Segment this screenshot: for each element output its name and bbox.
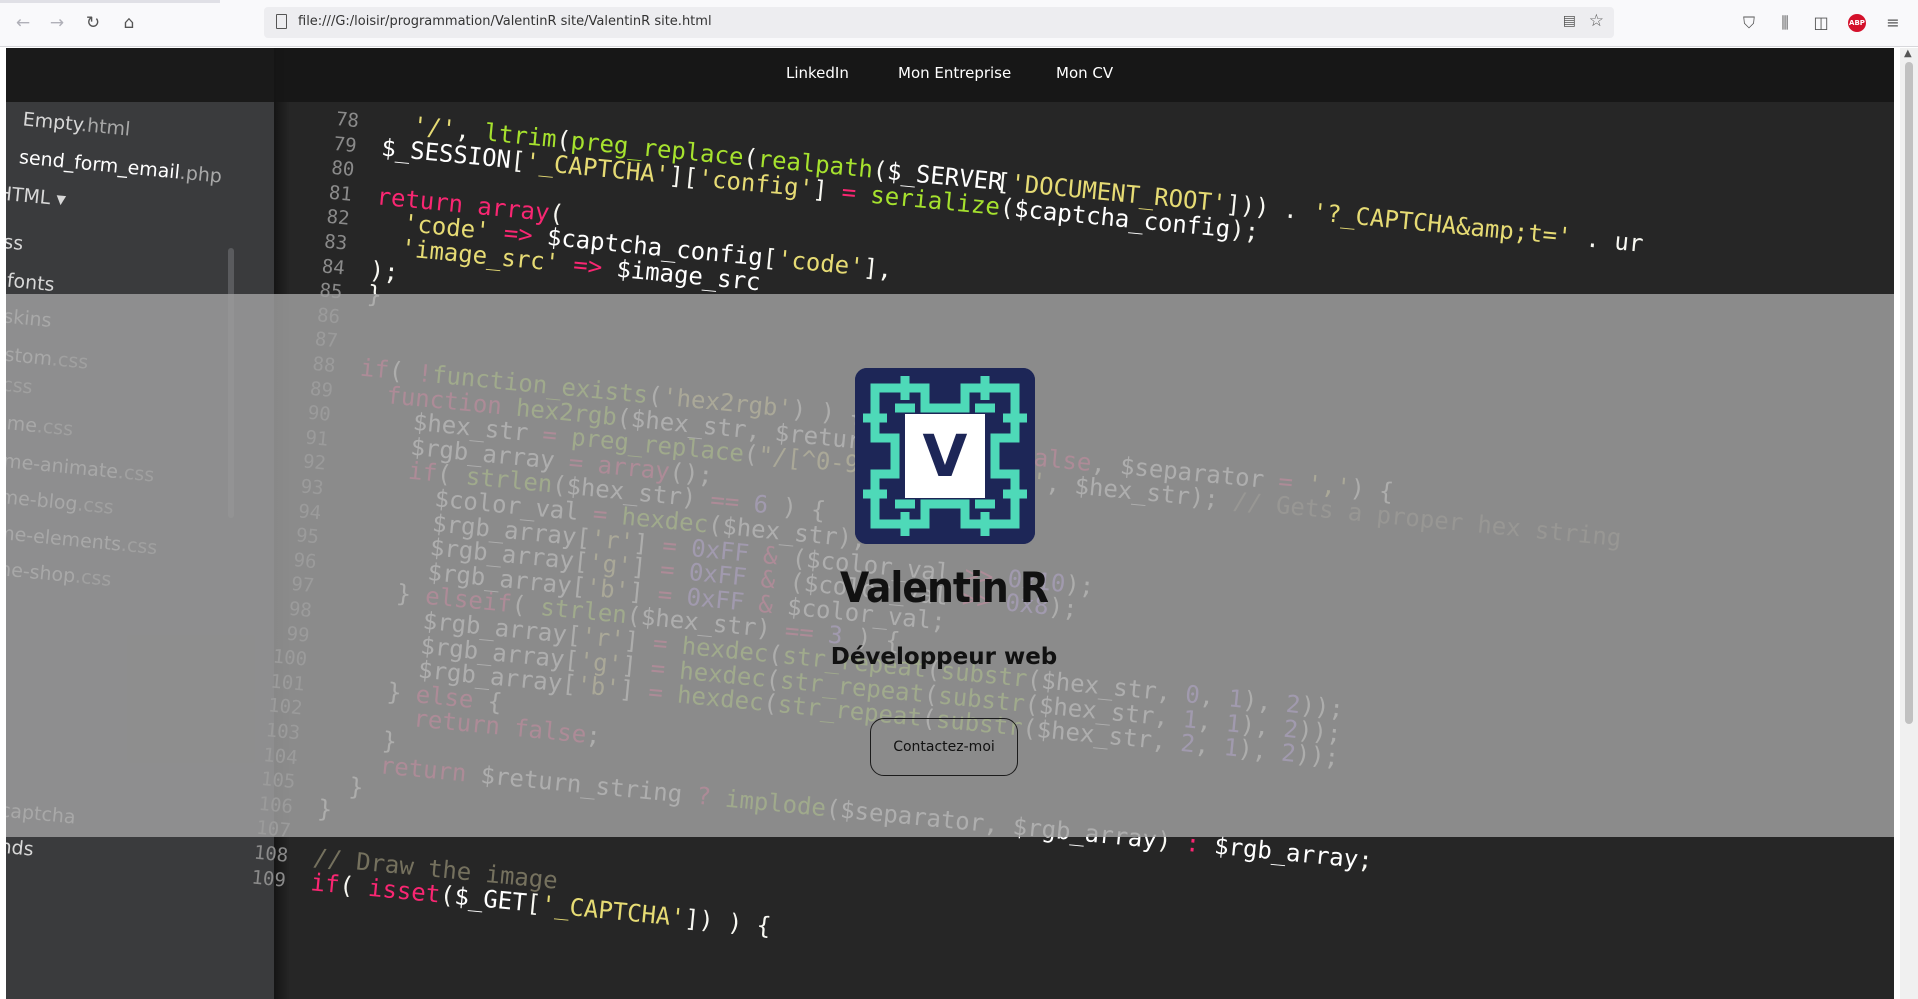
contact-button[interactable]: Contactez-moi [870,718,1018,776]
page-icon [276,14,287,29]
scroll-up-icon[interactable]: ▲ [1904,48,1912,59]
menu-icon[interactable]: ≡ [1882,12,1904,34]
back-icon[interactable]: ← [12,12,34,34]
adblock-icon[interactable]: ABP [1848,14,1866,32]
url-bar[interactable]: file:///G:/loisir/programmation/Valentin… [264,7,1614,38]
pocket-icon[interactable]: ⛉ [1738,12,1760,34]
scrollbar-thumb[interactable] [1905,62,1913,724]
code-line-number: 82 [325,206,351,231]
code-line-number: 109 [250,866,287,892]
nav-link-entreprise[interactable]: Mon Entreprise [898,64,1011,82]
code-line-number: 83 [323,230,349,255]
code-line-number: 79 [332,132,358,157]
code-line-number: 108 [252,841,290,867]
sidebar-icon[interactable]: ◫ [1810,12,1832,34]
url-text[interactable]: file:///G:/loisir/programmation/Valentin… [298,14,712,29]
nav-link-linkedin[interactable]: LinkedIn [786,64,849,82]
logo-pattern-icon: V [855,368,1035,544]
tab-strip [0,0,220,3]
forward-icon[interactable]: → [46,12,68,34]
home-icon[interactable]: ⌂ [118,12,140,34]
code-line-number: 78 [335,108,360,133]
page-scrollbar[interactable]: ▲ [1900,48,1918,999]
nav-link-cv[interactable]: Mon CV [1056,64,1113,82]
code-line-number: 80 [330,157,356,182]
hero-subtitle: Développeur web [830,644,1058,670]
reader-mode-icon[interactable]: ▤ [1563,13,1576,29]
bookmark-star-icon[interactable]: ☆ [1589,11,1604,31]
logo-letter: V [923,422,968,490]
hero-name: Valentin R [839,563,1049,612]
browser-toolbar: ← → ↻ ⌂ file:///G:/loisir/programmation/… [0,0,1918,47]
library-icon[interactable]: ⫼ [1774,12,1796,34]
logo: V [855,368,1035,544]
code-line-number: 81 [327,181,353,206]
reload-icon[interactable]: ↻ [82,12,104,34]
site-header: LinkedIn Mon Entreprise Mon CV [6,48,1894,102]
code-line-number: 84 [320,255,346,280]
